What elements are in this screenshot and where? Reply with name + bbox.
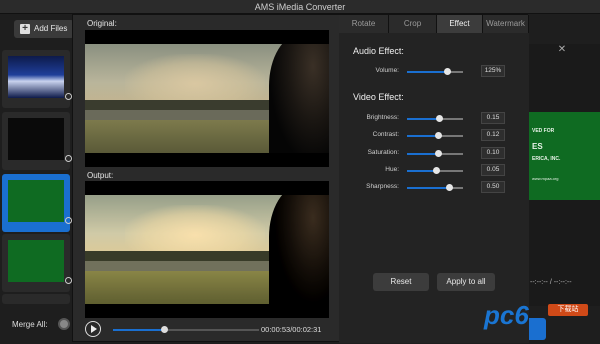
preview-frame: VED FOR ES ERICA, INC. www.mpaa.org bbox=[528, 112, 600, 200]
saturation-value[interactable]: 0.10 bbox=[481, 147, 505, 159]
contrast-label: Contrast: bbox=[372, 131, 399, 138]
time-readout: 00:00:53/00:02:31 bbox=[261, 325, 322, 334]
sharpness-label: Sharpness: bbox=[366, 183, 399, 190]
original-video-preview bbox=[85, 30, 329, 167]
slider-fill bbox=[407, 118, 439, 120]
file-list-item[interactable] bbox=[2, 234, 72, 292]
edit-dialog: Original: Output: 00:00:53/00:02:31 Rota… bbox=[72, 14, 529, 343]
playback-timeline[interactable] bbox=[113, 326, 259, 333]
file-select-radio[interactable] bbox=[65, 93, 72, 100]
output-video-preview bbox=[85, 181, 329, 318]
volume-slider[interactable] bbox=[407, 68, 463, 75]
file-thumbnail bbox=[8, 118, 64, 160]
preview-time-readout: --:--:-- / --:--:-- bbox=[530, 279, 572, 286]
play-button[interactable] bbox=[85, 321, 101, 337]
slider-handle[interactable] bbox=[433, 167, 441, 174]
slider-fill bbox=[407, 170, 437, 172]
contrast-slider[interactable] bbox=[407, 132, 463, 139]
tab-effect[interactable]: Effect bbox=[437, 15, 483, 33]
tab-crop[interactable]: Crop bbox=[389, 15, 437, 33]
video-frame bbox=[85, 44, 329, 153]
site-watermark-logo: pc6 bbox=[484, 300, 529, 330]
brightness-label: Brightness: bbox=[366, 114, 399, 121]
close-icon[interactable]: ✕ bbox=[556, 44, 568, 56]
slider-handle[interactable] bbox=[435, 132, 443, 139]
sharpness-slider[interactable] bbox=[407, 184, 463, 191]
video-frame bbox=[85, 195, 329, 304]
volume-value[interactable]: 125% bbox=[481, 65, 505, 77]
settings-panel: Rotate Crop Effect Watermark Audio Effec… bbox=[339, 15, 529, 343]
brightness-value[interactable]: 0.15 bbox=[481, 112, 505, 124]
title-bar: AMS iMedia Converter bbox=[0, 0, 600, 14]
hue-slider[interactable] bbox=[407, 167, 463, 174]
saturation-label: Saturation: bbox=[367, 149, 399, 156]
contrast-row: Contrast: 0.12 bbox=[339, 129, 529, 143]
preview-text-line: VED FOR bbox=[532, 128, 555, 134]
sharpness-row: Sharpness: 0.50 bbox=[339, 181, 529, 195]
slider-fill bbox=[407, 153, 438, 155]
brightness-slider[interactable] bbox=[407, 115, 463, 122]
reset-button[interactable]: Reset bbox=[373, 273, 429, 291]
slider-fill bbox=[407, 135, 439, 137]
file-select-radio[interactable] bbox=[65, 277, 72, 284]
saturation-slider[interactable] bbox=[407, 150, 463, 157]
file-select-radio[interactable] bbox=[65, 217, 72, 224]
slider-handle[interactable] bbox=[446, 184, 453, 191]
tab-bar: Rotate Crop Effect Watermark bbox=[339, 15, 529, 33]
volume-row: Volume: 125% bbox=[339, 65, 529, 79]
tab-rotate[interactable]: Rotate bbox=[339, 15, 389, 33]
merge-all-toggle[interactable] bbox=[58, 318, 70, 330]
add-files-button[interactable]: + Add Files bbox=[14, 20, 74, 38]
hue-value[interactable]: 0.05 bbox=[481, 164, 505, 176]
saturation-row: Saturation: 0.10 bbox=[339, 147, 529, 161]
preview-text-line: ERICA, INC. bbox=[532, 156, 561, 162]
contrast-value[interactable]: 0.12 bbox=[481, 129, 505, 141]
timeline-scrubber[interactable] bbox=[161, 326, 169, 333]
merge-all-label: Merge All: bbox=[12, 320, 48, 329]
output-label: Output: bbox=[87, 171, 114, 180]
file-list-item[interactable] bbox=[2, 50, 72, 108]
app-title: AMS iMedia Converter bbox=[254, 2, 346, 12]
slider-handle[interactable] bbox=[435, 115, 443, 122]
slider-handle[interactable] bbox=[444, 68, 452, 75]
file-thumbnail bbox=[8, 56, 64, 98]
file-list-item[interactable] bbox=[2, 112, 72, 170]
file-select-radio[interactable] bbox=[65, 155, 72, 162]
hue-label: Hue: bbox=[385, 166, 399, 173]
add-file-icon: + bbox=[20, 24, 30, 34]
slider-handle[interactable] bbox=[434, 150, 442, 157]
sharpness-value[interactable]: 0.50 bbox=[481, 181, 505, 193]
timeline-progress bbox=[113, 329, 165, 331]
preview-text-line: ES bbox=[532, 142, 543, 151]
preview-panel: VED FOR ES ERICA, INC. www.mpaa.org bbox=[528, 44, 600, 306]
apply-to-all-button[interactable]: Apply to all bbox=[437, 273, 495, 291]
audio-effect-heading: Audio Effect: bbox=[353, 46, 404, 56]
hue-row: Hue: 0.05 bbox=[339, 164, 529, 178]
slider-fill bbox=[407, 71, 448, 73]
original-label: Original: bbox=[87, 19, 117, 28]
file-thumbnail bbox=[8, 240, 64, 282]
preview-text-line: www.mpaa.org bbox=[532, 176, 559, 181]
tab-watermark[interactable]: Watermark bbox=[483, 15, 529, 33]
file-list-item[interactable] bbox=[2, 294, 70, 304]
site-watermark-badge: 下载站 bbox=[548, 304, 588, 316]
slider-fill bbox=[407, 187, 449, 189]
brightness-row: Brightness: 0.15 bbox=[339, 112, 529, 126]
add-files-label: Add Files bbox=[34, 24, 68, 33]
file-thumbnail bbox=[8, 180, 64, 222]
file-list-item-selected[interactable] bbox=[2, 174, 72, 232]
file-list bbox=[0, 44, 72, 306]
volume-label: Volume: bbox=[375, 67, 400, 74]
video-effect-heading: Video Effect: bbox=[353, 92, 404, 102]
